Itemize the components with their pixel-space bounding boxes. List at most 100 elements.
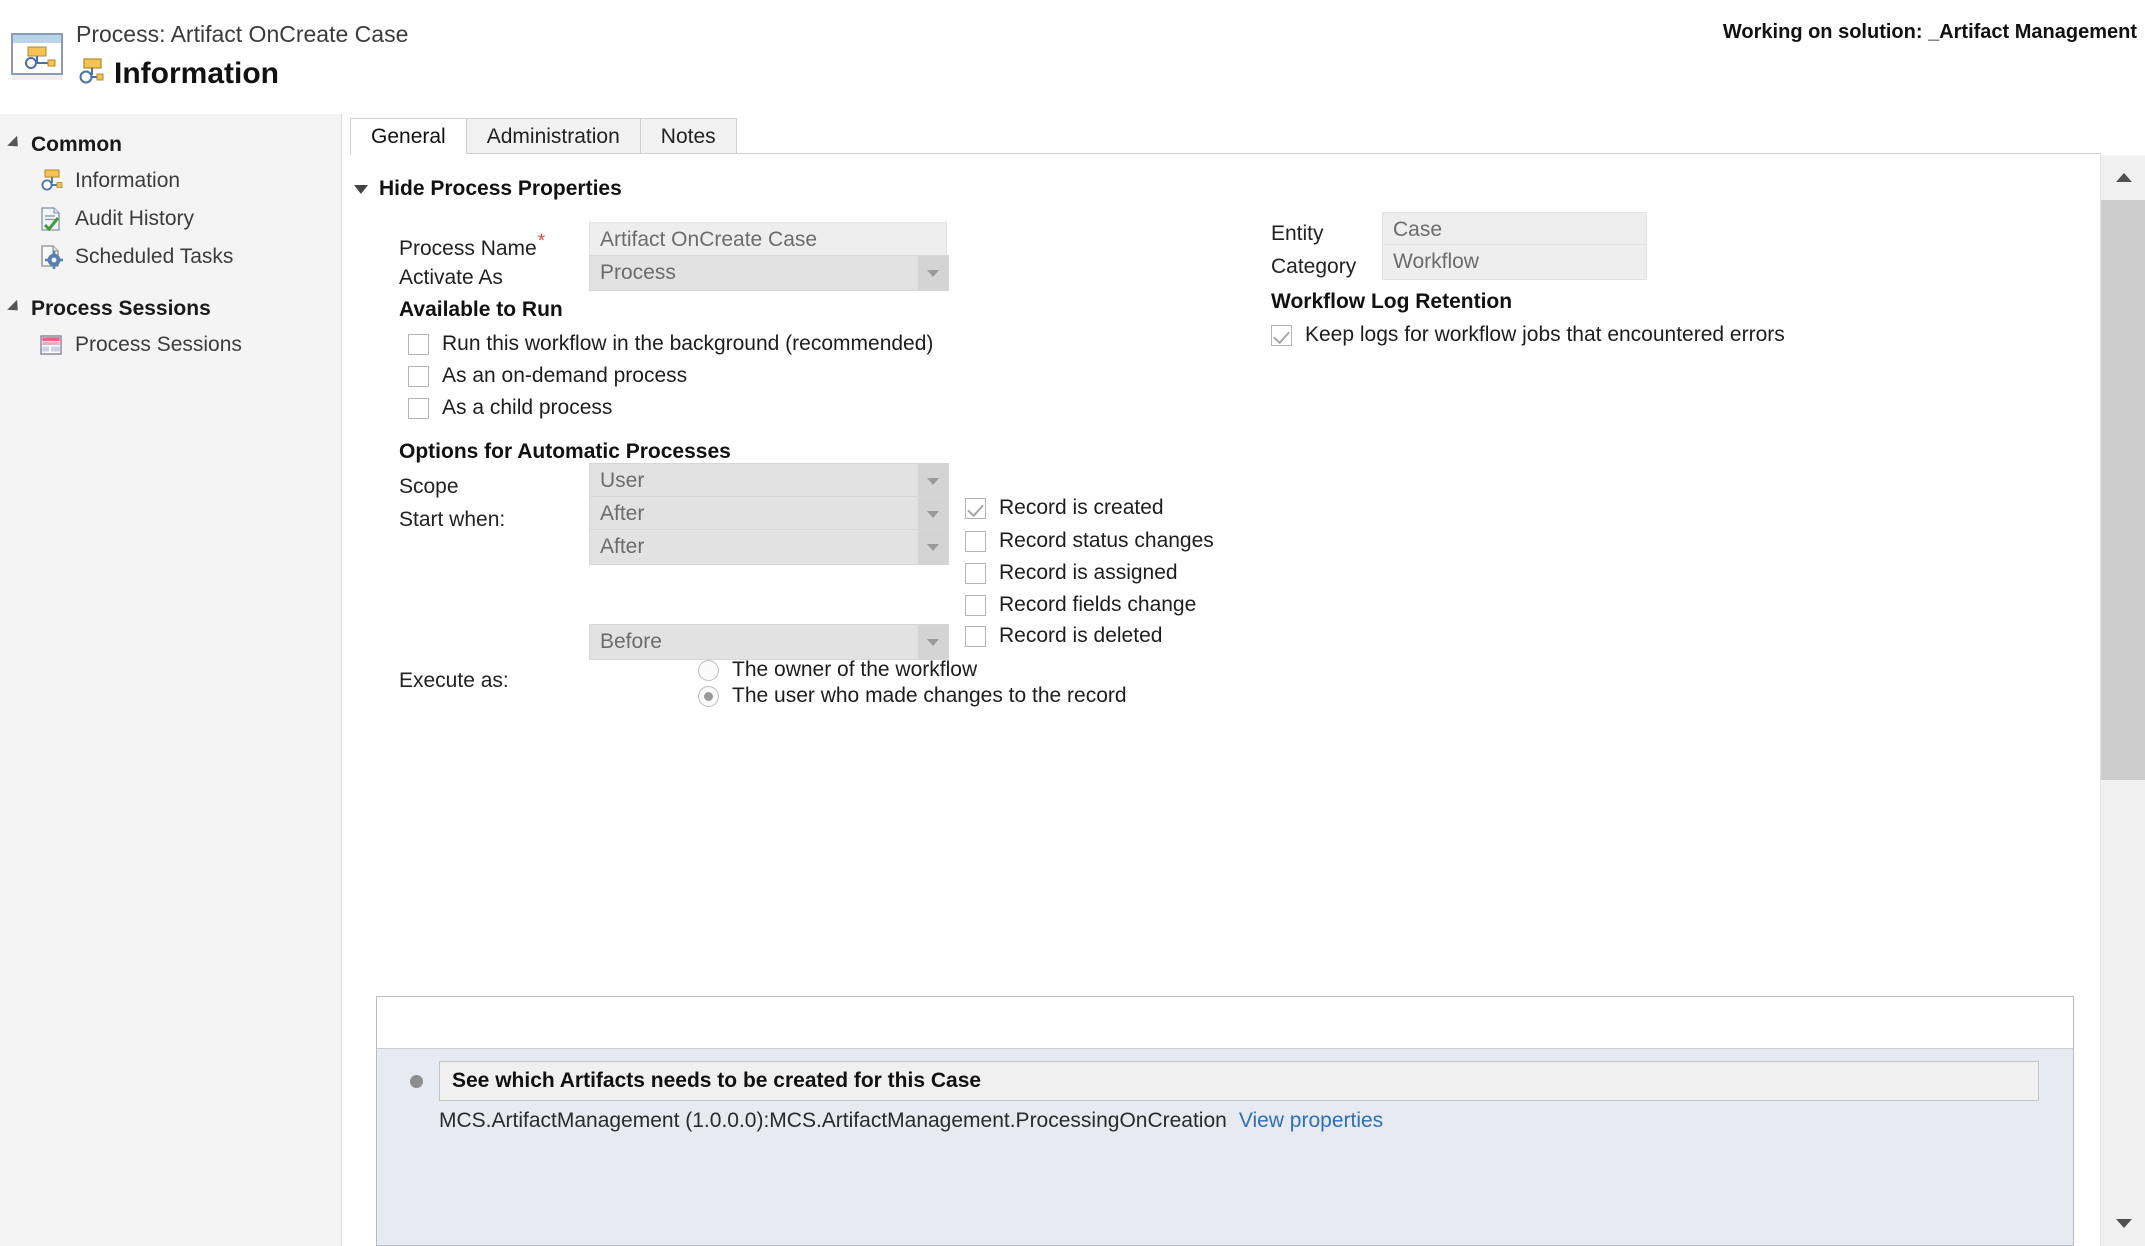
checkbox-box — [408, 333, 429, 355]
sidebar-item-process-sessions[interactable]: Process Sessions — [0, 326, 341, 364]
activate-as-label: Activate As — [399, 266, 503, 289]
chevron-down-icon — [918, 625, 948, 659]
sidebar-item-scheduled-tasks[interactable]: Scheduled Tasks — [0, 238, 341, 276]
entity-input[interactable]: Case — [1382, 212, 1647, 248]
step-title-bar[interactable]: See which Artifacts needs to be created … — [439, 1061, 2039, 1101]
process-window-icon — [10, 30, 68, 84]
checkbox-box — [1271, 324, 1292, 346]
automatic-options-title: Options for Automatic Processes — [399, 440, 731, 463]
checkbox-record-status-changes[interactable]: Record status changes — [965, 529, 1214, 553]
checkbox-run-in-background[interactable]: Run this workflow in the background (rec… — [408, 332, 933, 356]
solution-indicator: Working on solution: _Artifact Managemen… — [1722, 21, 2137, 43]
breadcrumb: Process: Artifact OnCreate Case — [76, 21, 409, 47]
sidebar-item-scheduled-tasks-label: Scheduled Tasks — [75, 245, 234, 268]
category-input[interactable]: Workflow — [1382, 244, 1647, 280]
chevron-down-icon — [2115, 1219, 2132, 1228]
page-header: Process: Artifact OnCreate Case Informat… — [0, 0, 2145, 114]
scrollbar-thumb[interactable] — [2101, 200, 2145, 780]
execute-as-label: Execute as: — [399, 669, 509, 692]
tab-notes[interactable]: Notes — [639, 118, 737, 154]
radio-button — [698, 659, 719, 681]
nav-group-common[interactable]: Common — [0, 128, 341, 162]
view-properties-link[interactable]: View properties — [1239, 1109, 1383, 1133]
chevron-down-icon — [354, 184, 368, 194]
checkbox-box — [408, 397, 429, 419]
activate-as-select[interactable]: Process — [589, 255, 949, 291]
step-title: See which Artifacts needs to be created … — [452, 1069, 982, 1092]
checkbox-label: As an on-demand process — [442, 364, 688, 387]
expand-triangle-icon — [7, 135, 23, 152]
checkbox-box — [408, 365, 429, 387]
checkbox-box — [965, 530, 986, 552]
scope-value: User — [600, 469, 645, 492]
radio-user-who-made-changes[interactable]: The user who made changes to the record — [698, 684, 1127, 708]
expand-triangle-icon — [7, 299, 23, 316]
start-when-select-1[interactable]: After — [589, 496, 949, 532]
checkbox-box — [965, 594, 986, 616]
tab-general[interactable]: General — [350, 118, 467, 154]
tab-administration[interactable]: Administration — [465, 118, 641, 154]
checkbox-label: Record is assigned — [999, 561, 1178, 584]
steps-toolbar — [377, 997, 2073, 1049]
tab-underline — [350, 153, 2101, 154]
checkbox-box — [965, 625, 986, 647]
entity-label: Entity — [1271, 222, 1324, 245]
start-when-select-2[interactable]: After — [589, 529, 949, 565]
checkbox-keep-logs[interactable]: Keep logs for workflow jobs that encount… — [1271, 323, 1785, 347]
workflow-steps-panel: See which Artifacts needs to be created … — [376, 996, 2074, 1246]
hide-process-properties-toggle[interactable]: Hide Process Properties — [354, 177, 622, 201]
start-when-label: Start when: — [399, 508, 506, 531]
process-node-icon — [76, 57, 104, 92]
checkbox-label: As a child process — [442, 396, 613, 419]
checkbox-box — [965, 497, 986, 519]
checkbox-record-fields-change[interactable]: Record fields change — [965, 593, 1196, 617]
step-bullet-icon — [410, 1075, 423, 1088]
scope-label: Scope — [399, 475, 459, 498]
page-title: Information — [114, 57, 279, 90]
sidebar-item-information[interactable]: Information — [0, 162, 341, 200]
process-name-label: Process Name* — [399, 231, 546, 260]
sidebar-item-audit-history[interactable]: Audit History — [0, 200, 341, 238]
tab-active-cover — [351, 153, 461, 155]
process-node-icon — [38, 168, 64, 194]
document-gear-icon — [38, 244, 64, 270]
checkbox-label: Record status changes — [999, 529, 1214, 552]
checkbox-child-process[interactable]: As a child process — [408, 396, 612, 420]
step-detail-row: MCS.ArtifactManagement (1.0.0.0):MCS.Art… — [439, 1109, 1383, 1133]
nav-group-common-label: Common — [31, 133, 122, 156]
checkbox-record-is-deleted[interactable]: Record is deleted — [965, 624, 1162, 648]
radio-owner-of-workflow[interactable]: The owner of the workflow — [698, 658, 977, 682]
checkbox-label: Keep logs for workflow jobs that encount… — [1305, 323, 1785, 346]
sidebar-item-process-sessions-label: Process Sessions — [75, 333, 242, 356]
chevron-down-icon — [918, 464, 948, 498]
radio-button — [698, 685, 719, 707]
scope-select[interactable]: User — [589, 463, 949, 499]
nav-group-process-sessions[interactable]: Process Sessions — [0, 292, 341, 326]
grid-table-icon — [38, 332, 64, 358]
checkbox-on-demand-process[interactable]: As an on-demand process — [408, 364, 687, 388]
checkbox-label: Record is deleted — [999, 624, 1163, 647]
scroll-down-button[interactable] — [2101, 1201, 2145, 1246]
left-navigation-pane: Common Information Audit History Schedul… — [0, 114, 342, 1246]
radio-label: The owner of the workflow — [732, 658, 978, 681]
vertical-scrollbar[interactable] — [2100, 155, 2145, 1246]
header-text-block: Process: Artifact OnCreate Case Informat… — [76, 20, 408, 92]
chevron-down-icon — [918, 530, 948, 564]
available-to-run-title: Available to Run — [399, 298, 563, 321]
start-when-select-3[interactable]: Before — [589, 624, 949, 660]
checkbox-record-is-created[interactable]: Record is created — [965, 496, 1164, 520]
sidebar-item-audit-history-label: Audit History — [75, 207, 195, 230]
start-when-3-value: Before — [600, 630, 662, 653]
activate-as-value: Process — [600, 261, 676, 284]
step-detail-text: MCS.ArtifactManagement (1.0.0.0):MCS.Art… — [439, 1109, 1227, 1132]
checkbox-record-is-assigned[interactable]: Record is assigned — [965, 561, 1178, 585]
workflow-log-retention-title: Workflow Log Retention — [1271, 290, 1513, 313]
start-when-1-value: After — [600, 502, 645, 525]
chevron-up-icon — [2115, 173, 2132, 182]
checkbox-label: Record is created — [999, 496, 1164, 519]
category-label: Category — [1271, 255, 1357, 278]
scroll-up-button[interactable] — [2101, 155, 2145, 200]
radio-label: The user who made changes to the record — [732, 684, 1127, 707]
process-name-input[interactable]: Artifact OnCreate Case — [589, 222, 947, 258]
tab-strip: General Administration Notes — [350, 118, 737, 154]
